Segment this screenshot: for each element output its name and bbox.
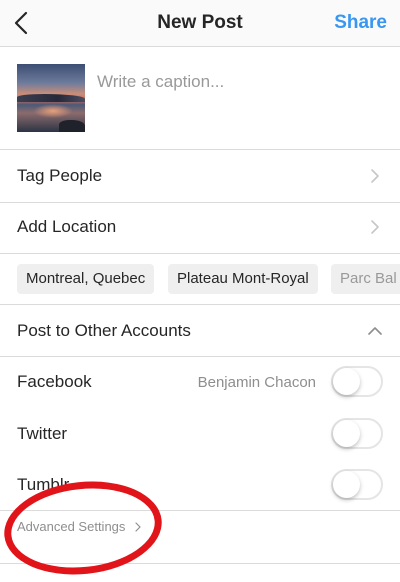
toggle-knob <box>333 368 360 395</box>
advanced-settings-label: Advanced Settings <box>17 519 126 534</box>
facebook-account-name: Benjamin Chacon <box>197 374 316 391</box>
toggle-knob <box>333 471 360 498</box>
tumblr-label: Tumblr <box>17 475 70 494</box>
toggle-knob <box>333 420 360 447</box>
tag-people-label: Tag People <box>17 166 103 185</box>
location-chip[interactable]: Montreal, Quebec <box>17 264 155 294</box>
facebook-label: Facebook <box>17 372 92 391</box>
post-thumbnail <box>17 64 85 132</box>
twitter-toggle[interactable] <box>331 418 383 449</box>
add-location-label: Add Location <box>17 217 117 236</box>
chevron-right-icon <box>135 522 141 532</box>
chevron-right-icon <box>371 169 379 183</box>
share-button[interactable]: Share <box>334 12 387 34</box>
twitter-label: Twitter <box>17 424 68 443</box>
advanced-settings-link[interactable]: Advanced Settings <box>17 519 141 534</box>
location-chip[interactable]: Plateau Mont-Royal <box>168 264 318 294</box>
other-accounts-header[interactable]: Post to Other Accounts <box>0 305 400 357</box>
caption-input[interactable]: Write a caption... <box>97 72 224 92</box>
chevron-right-icon <box>371 220 379 234</box>
nav-bar: New Post Share <box>0 0 400 47</box>
tag-people-row[interactable]: Tag People <box>0 150 400 203</box>
tumblr-row: Tumblr <box>0 459 400 511</box>
other-accounts-heading: Post to Other Accounts <box>17 321 191 340</box>
facebook-row: Facebook Benjamin Chacon <box>0 356 400 408</box>
facebook-toggle[interactable] <box>331 366 383 397</box>
divider <box>0 563 400 564</box>
chevron-up-icon[interactable] <box>367 326 383 336</box>
caption-section <box>0 47 400 150</box>
twitter-row: Twitter <box>0 408 400 460</box>
divider <box>0 510 400 511</box>
tumblr-toggle[interactable] <box>331 469 383 500</box>
add-location-row[interactable]: Add Location <box>0 201 400 254</box>
location-suggestions: Montreal, Quebec Plateau Mont-Royal Parc… <box>0 253 400 305</box>
location-chip[interactable]: Parc Bal <box>331 264 400 294</box>
